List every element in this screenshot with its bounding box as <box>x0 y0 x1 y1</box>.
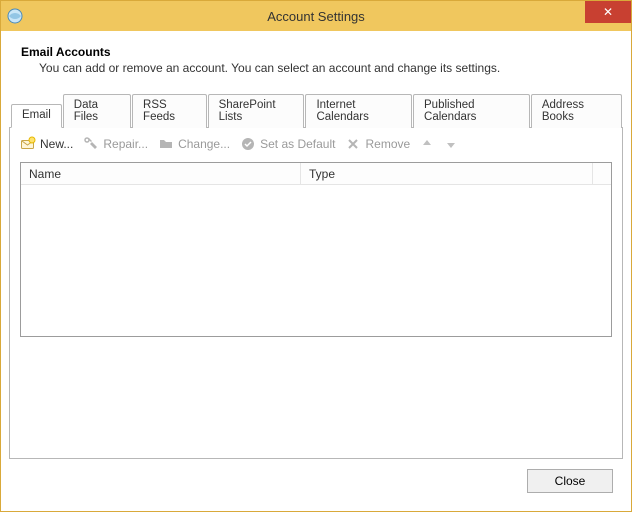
toolbar-label: Remove <box>365 137 410 151</box>
app-icon <box>7 8 23 24</box>
column-label: Type <box>309 167 335 181</box>
header-title: Email Accounts <box>21 45 611 59</box>
remove-x-icon <box>345 136 361 152</box>
repair-account-button: Repair... <box>83 136 148 152</box>
tab-label: Internet Calendars <box>316 99 368 123</box>
column-header-name[interactable]: Name <box>21 163 301 184</box>
tab-data-files[interactable]: Data Files <box>63 94 131 128</box>
window-close-button[interactable]: ✕ <box>585 1 631 23</box>
folder-change-icon <box>158 136 174 152</box>
wrench-icon <box>83 136 99 152</box>
remove-account-button: Remove <box>345 136 410 152</box>
move-up-button <box>420 137 434 151</box>
arrow-down-icon <box>444 137 458 151</box>
tab-internet-calendars[interactable]: Internet Calendars <box>305 94 412 128</box>
toolbar-label: Set as Default <box>260 137 335 151</box>
content-area: Email Accounts You can add or remove an … <box>1 31 631 511</box>
toolbar-label: New... <box>40 137 73 151</box>
envelope-new-icon <box>20 136 36 152</box>
tab-strip: Email Data Files RSS Feeds SharePoint Li… <box>9 93 623 127</box>
tab-sharepoint-lists[interactable]: SharePoint Lists <box>208 94 305 128</box>
tab-panel: New... Repair... <box>9 127 623 459</box>
close-icon: ✕ <box>603 5 613 19</box>
arrow-up-icon <box>420 137 434 151</box>
set-default-button: Set as Default <box>240 136 335 152</box>
tab-address-books[interactable]: Address Books <box>531 94 622 128</box>
tab-label: Address Books <box>542 99 584 123</box>
tab-label: SharePoint Lists <box>219 99 276 123</box>
tab-label: RSS Feeds <box>143 99 175 123</box>
tab-rss-feeds[interactable]: RSS Feeds <box>132 94 207 128</box>
tab-published-calendars[interactable]: Published Calendars <box>413 94 530 128</box>
close-button[interactable]: Close <box>527 469 613 493</box>
toolbar: New... Repair... <box>10 128 622 158</box>
toolbar-label: Repair... <box>103 137 148 151</box>
footer: Close <box>9 459 623 507</box>
header-description: You can add or remove an account. You ca… <box>21 61 611 75</box>
column-label: Name <box>29 167 61 181</box>
column-header-spacer <box>593 163 611 184</box>
list-header: Name Type <box>21 163 611 185</box>
tab-email[interactable]: Email <box>11 104 62 128</box>
panel-spacer <box>10 347 622 458</box>
button-label: Close <box>555 474 586 488</box>
tab-label: Data Files <box>74 99 98 123</box>
move-down-button <box>444 137 458 151</box>
check-circle-icon <box>240 136 256 152</box>
list-body <box>21 185 611 336</box>
tab-label: Published Calendars <box>424 99 476 123</box>
window-title: Account Settings <box>1 9 631 24</box>
column-header-type[interactable]: Type <box>301 163 593 184</box>
toolbar-label: Change... <box>178 137 230 151</box>
tab-label: Email <box>22 109 51 121</box>
titlebar: Account Settings ✕ <box>1 1 631 31</box>
header-section: Email Accounts You can add or remove an … <box>9 39 623 93</box>
new-account-button[interactable]: New... <box>20 136 73 152</box>
account-settings-window: Account Settings ✕ Email Accounts You ca… <box>0 0 632 512</box>
accounts-list: Name Type <box>20 162 612 337</box>
change-account-button: Change... <box>158 136 230 152</box>
